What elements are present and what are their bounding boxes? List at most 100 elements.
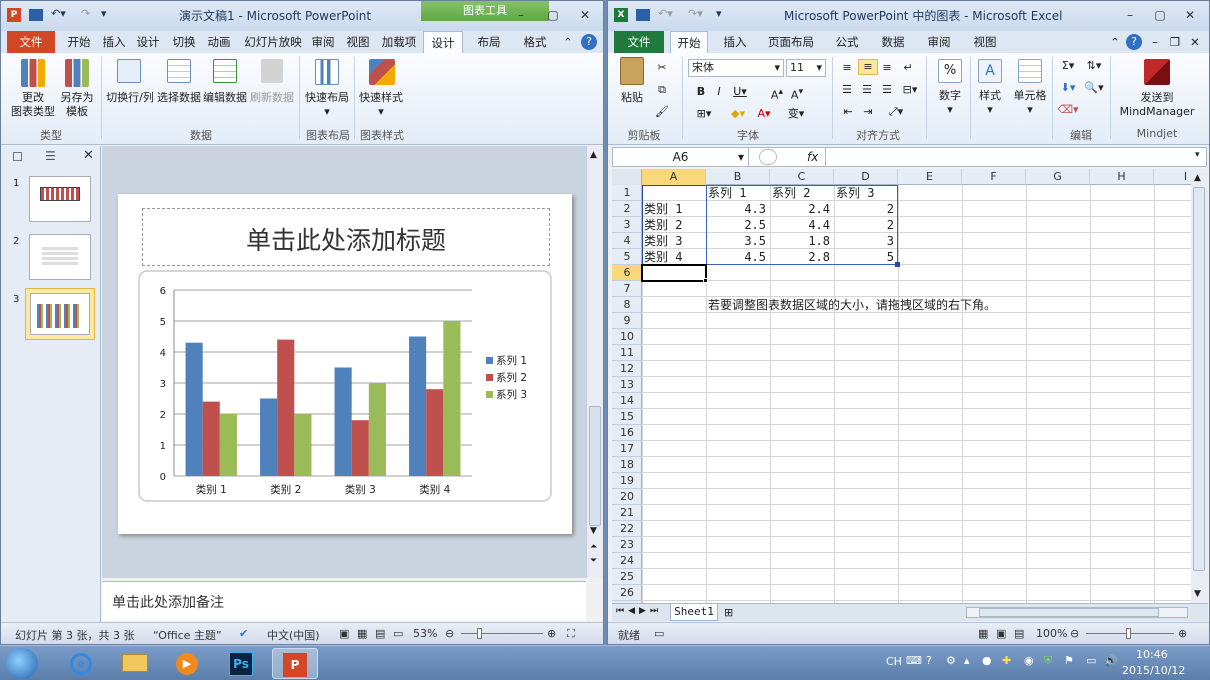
scroll-down-icon[interactable]: ▼	[590, 526, 597, 536]
close-pane-icon[interactable]: ✕	[83, 148, 94, 163]
slides-tab-icon[interactable]	[13, 152, 22, 161]
styles-button[interactable]: A 样式 ▾	[972, 57, 1008, 117]
change-chart-type-button[interactable]: 更改 图表类型	[7, 57, 59, 119]
send-to-mindmanager-button[interactable]: 发送到 MindManager	[1114, 57, 1200, 121]
save-icon[interactable]	[29, 9, 43, 21]
clear-icon[interactable]: ⌫▾	[1056, 103, 1080, 117]
number-format-button[interactable]: % 数字 ▾	[932, 57, 968, 117]
minimize-icon[interactable]: –	[1118, 7, 1142, 23]
photoshop-icon[interactable]: Ps	[218, 648, 264, 679]
cell[interactable]: 4.5	[708, 249, 766, 265]
tab-review[interactable]: 审阅	[308, 31, 338, 53]
tab-chart-design[interactable]: 设计	[423, 31, 463, 53]
cell[interactable]: 类别 3	[644, 233, 702, 249]
media-player-icon[interactable]: ▶	[164, 648, 210, 679]
minimize-icon[interactable]: –	[509, 7, 533, 23]
ribbon-collapse-icon[interactable]: ⌃	[1108, 31, 1122, 53]
spell-check-icon[interactable]: ✔	[239, 627, 248, 640]
tab-insert[interactable]: 插入	[99, 31, 129, 53]
fx-icon[interactable]: fx	[807, 150, 818, 164]
scroll-thumb[interactable]	[1193, 187, 1205, 571]
cut-icon[interactable]: ✂	[654, 61, 670, 75]
tab-data[interactable]: 数据	[876, 31, 910, 53]
tab-view[interactable]: 视图	[343, 31, 373, 53]
redo-icon[interactable]: ↷	[81, 7, 90, 23]
undo-icon[interactable]: ↶▾	[658, 7, 673, 23]
expand-formula-icon[interactable]: ▾	[1195, 150, 1200, 160]
help-icon[interactable]: ?	[1126, 34, 1142, 50]
font-size-select[interactable]: 11 ▾	[786, 59, 826, 77]
sort-filter-icon[interactable]: ⇅▾	[1082, 59, 1106, 73]
tab-review[interactable]: 审阅	[922, 31, 956, 53]
keyboard-icon[interactable]: ⌨	[906, 654, 922, 667]
zoom-in-icon[interactable]: ⊕	[547, 627, 556, 640]
ribbon-collapse-icon[interactable]: ⌃	[561, 31, 575, 53]
grow-font-icon[interactable]: A▴	[768, 85, 786, 103]
active-cell-a6[interactable]	[641, 264, 707, 282]
scroll-up-icon[interactable]: ▲	[590, 150, 597, 160]
range-resize-handle[interactable]	[895, 262, 900, 267]
redo-icon[interactable]: ↷▾	[688, 7, 703, 23]
restore-workbook-minimize-icon[interactable]: –	[1148, 31, 1162, 53]
cell[interactable]: 5	[836, 249, 894, 265]
cell[interactable]: 类别 1	[644, 201, 702, 217]
zoom-level[interactable]: 53%	[413, 627, 437, 640]
add-icon[interactable]: ✚	[1002, 654, 1011, 667]
fit-to-window-icon[interactable]: ⛶	[567, 627, 575, 641]
cell[interactable]: 2	[836, 217, 894, 233]
tab-home[interactable]: 开始	[61, 31, 97, 53]
tab-insert[interactable]: 插入	[718, 31, 752, 53]
zoom-slider[interactable]	[461, 633, 543, 634]
chart-object[interactable]: 0 1 2 3 4 5 6 类别 1 类别 2 类别 3 类别 4 系列 1 系列 2 系列 3	[138, 270, 552, 502]
customize-icon[interactable]: ▾	[716, 7, 722, 23]
tab-animations[interactable]: 动画	[204, 31, 234, 53]
zoom-level[interactable]: 100%	[1036, 627, 1067, 640]
format-painter-icon[interactable]: 🖌	[654, 105, 670, 119]
settings-tray-icon[interactable]: ⚙	[946, 654, 956, 667]
tab-page-layout[interactable]: 页面布局	[764, 31, 818, 53]
undo-icon[interactable]: ↶▾	[51, 7, 66, 23]
security-shield-icon[interactable]: ⛨	[1044, 654, 1052, 668]
increase-indent-icon[interactable]: ⇥	[860, 105, 876, 119]
insert-sheet-icon[interactable]: ⊞	[724, 606, 733, 619]
font-name-select[interactable]: 宋体 ▾	[688, 59, 784, 77]
cell[interactable]: 2.5	[708, 217, 766, 233]
find-select-icon[interactable]: 🔍▾	[1082, 81, 1106, 95]
save-as-template-button[interactable]: 另存为 模板	[59, 57, 95, 119]
title-placeholder[interactable]: 单击此处添加标题	[142, 208, 550, 266]
zoom-out-icon[interactable]: ⊖	[1070, 627, 1079, 640]
windows-start-icon[interactable]	[6, 648, 38, 679]
tab-formulas[interactable]: 公式	[830, 31, 864, 53]
autosum-icon[interactable]: Σ▾	[1056, 59, 1080, 73]
align-middle-icon[interactable]: ≡	[858, 59, 878, 75]
horizontal-scroll-thumb[interactable]	[979, 608, 1159, 617]
cell[interactable]: 2	[836, 201, 894, 217]
decrease-indent-icon[interactable]: ⇤	[840, 105, 856, 119]
cell[interactable]: 系列 2	[772, 185, 830, 201]
scroll-down-icon[interactable]: ▼	[1194, 589, 1201, 599]
normal-view-icon[interactable]: ▣	[339, 627, 349, 640]
cell[interactable]: 3	[836, 233, 894, 249]
scroll-thumb[interactable]	[589, 406, 601, 526]
tab-home[interactable]: 开始	[670, 31, 708, 53]
sheet-navigation-icons[interactable]: ⏮◀▶⏭	[616, 606, 662, 616]
powerpoint-icon[interactable]: P	[272, 648, 318, 679]
fill-icon[interactable]: ⬇▾	[1056, 81, 1080, 95]
slide-thumbnail-2[interactable]	[29, 234, 91, 280]
paste-button[interactable]: 粘贴	[614, 55, 650, 111]
font-color-icon[interactable]: A▾	[754, 107, 774, 121]
underline-icon[interactable]: U▾	[730, 85, 750, 99]
cell[interactable]: 4.4	[772, 217, 830, 233]
zoom-out-icon[interactable]: ⊖	[445, 627, 454, 640]
customize-icon[interactable]: ▾	[101, 7, 107, 23]
tab-chart-layout[interactable]: 布局	[469, 31, 509, 53]
tab-file[interactable]: 文件	[7, 31, 55, 53]
cell[interactable]: 3.5	[708, 233, 766, 249]
tab-addins[interactable]: 加载项	[379, 31, 419, 53]
cell[interactable]: 2.4	[772, 201, 830, 217]
tab-chart-format[interactable]: 格式	[515, 31, 555, 53]
sheet-vertical-scrollbar[interactable]: ▲ ▼	[1191, 169, 1208, 603]
restore-workbook-icon[interactable]: ❐	[1168, 31, 1182, 53]
tab-file[interactable]: 文件	[614, 31, 664, 53]
horizontal-scrollbar[interactable]	[966, 607, 1188, 618]
